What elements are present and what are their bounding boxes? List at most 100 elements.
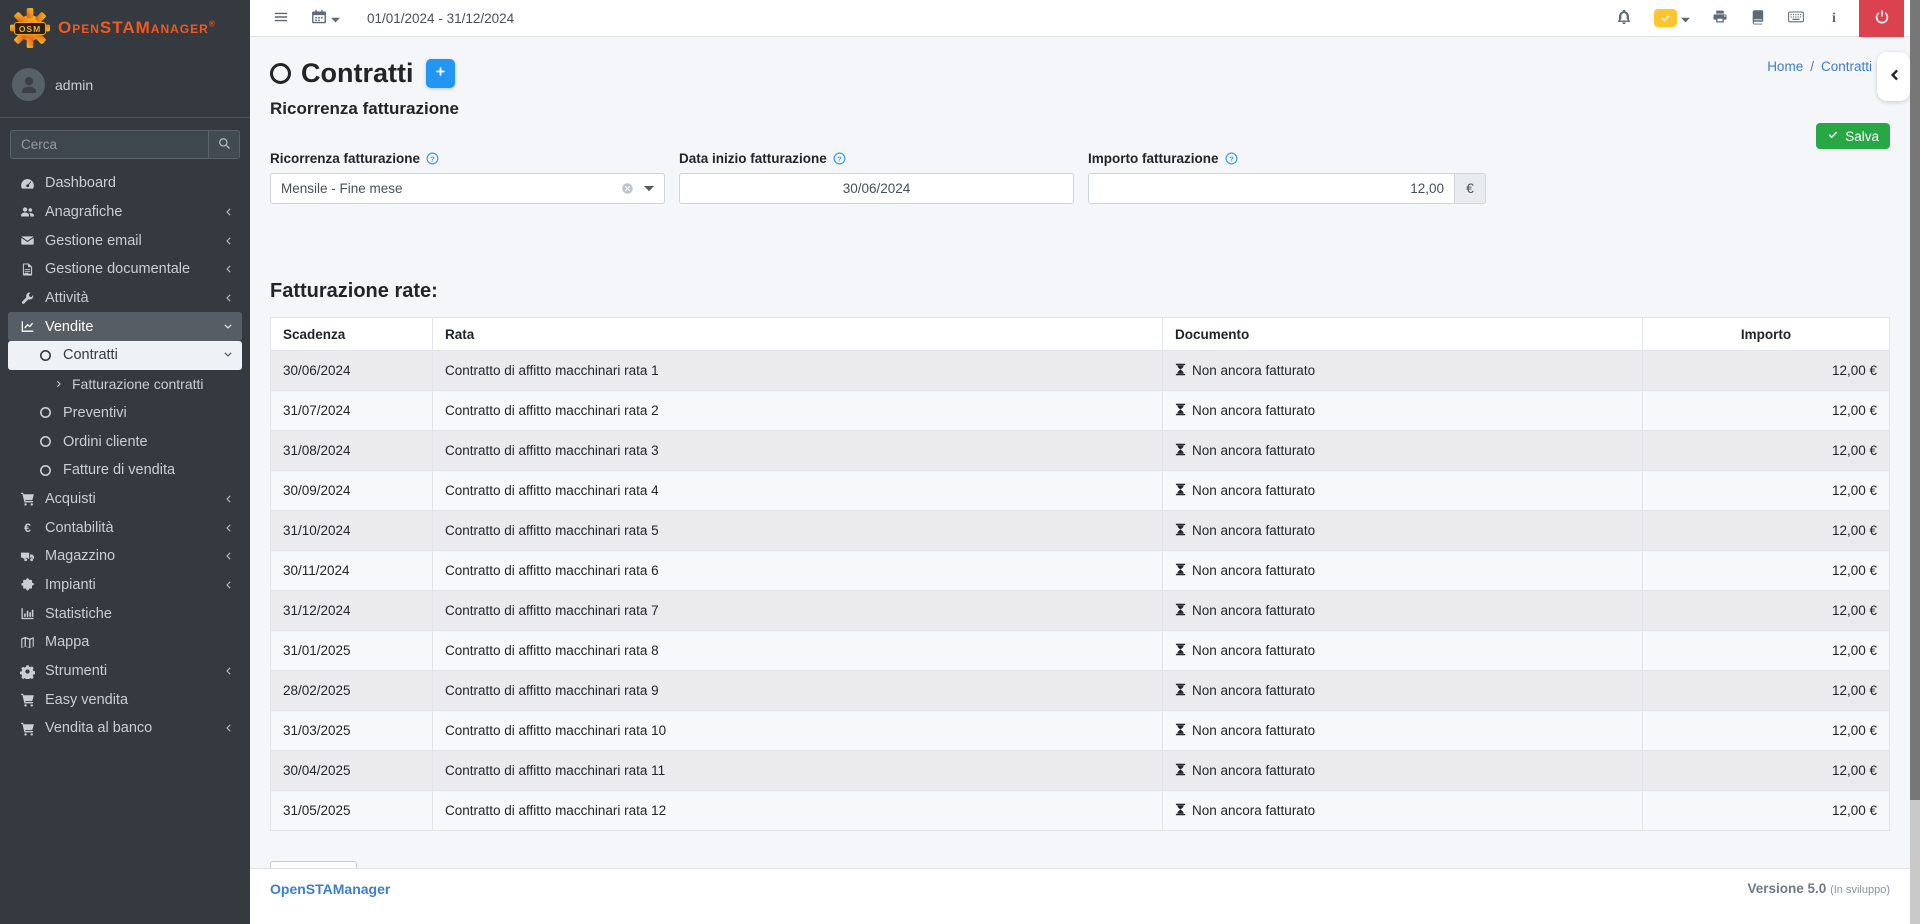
- sidebar-item-anagrafiche[interactable]: Anagrafiche: [8, 198, 242, 227]
- back-button[interactable]: Indietro: [270, 861, 357, 868]
- sidebar-item-acquisti[interactable]: Acquisti: [8, 485, 242, 514]
- cell-scadenza: 31/10/2024: [271, 511, 433, 551]
- hourglass-icon: [1175, 643, 1186, 659]
- sidebar-item-ordini-cliente[interactable]: Ordini cliente: [8, 427, 242, 456]
- logout-button[interactable]: [1859, 0, 1904, 37]
- cell-documento: Non ancora fatturato: [1163, 631, 1643, 671]
- brand-name: OpenSTAManager®: [58, 18, 216, 38]
- chart-bar-icon: [16, 606, 39, 621]
- docs-button[interactable]: [1739, 0, 1777, 36]
- search-input[interactable]: [10, 130, 208, 159]
- importo-input[interactable]: [1088, 173, 1455, 204]
- ricorrenza-select[interactable]: Mensile - Fine mese: [270, 173, 665, 204]
- breadcrumb-current-link[interactable]: Contratti: [1821, 59, 1872, 74]
- sidebar-item-impianti[interactable]: Impianti: [8, 571, 242, 600]
- sidebar-item-vendita-al-banco[interactable]: Vendita al banco: [8, 714, 242, 743]
- sidebar-item-fatture-di-vendita[interactable]: Fatture di vendita: [8, 456, 242, 485]
- cell-scadenza: 30/11/2024: [271, 551, 433, 591]
- sidebar-toggle-button[interactable]: [262, 0, 300, 36]
- chevron-left-icon: [222, 493, 234, 505]
- table-row[interactable]: 31/01/2025Contratto di affitto macchinar…: [271, 631, 1890, 671]
- help-icon[interactable]: ?: [1225, 152, 1238, 165]
- add-record-button[interactable]: [426, 59, 455, 88]
- sidebar-item-attivita[interactable]: Attività: [8, 284, 242, 313]
- brand-gear-icon: OSM: [10, 8, 50, 48]
- sidebar-item-label: Strumenti: [45, 663, 107, 679]
- page-header: Contratti Home/Contratti: [270, 53, 1890, 93]
- cell-importo: 12,00 €: [1643, 511, 1890, 551]
- table-row[interactable]: 31/05/2025Contratto di affitto macchinar…: [271, 791, 1890, 831]
- table-row[interactable]: 31/10/2024Contratto di affitto macchinar…: [271, 511, 1890, 551]
- sidebar-item-fatturazione-contratti[interactable]: Fatturazione contratti: [8, 370, 242, 399]
- importo-label: Importo fatturazione: [1088, 151, 1219, 166]
- sidebar-item-label: Vendita al banco: [45, 720, 152, 736]
- sidebar-item-contabilita[interactable]: €Contabilità: [8, 513, 242, 542]
- print-button[interactable]: [1701, 0, 1739, 36]
- cell-documento: Non ancora fatturato: [1163, 791, 1643, 831]
- breadcrumb-home-link[interactable]: Home: [1767, 59, 1803, 74]
- main-column: 01/01/2024 - 31/12/2024 i: [250, 0, 1910, 924]
- sidebar-item-contratti[interactable]: Contratti: [8, 341, 242, 370]
- hourglass-icon: [1175, 763, 1186, 779]
- table-row[interactable]: 30/04/2025Contratto di affitto macchinar…: [271, 751, 1890, 791]
- collapse-panel-button[interactable]: [1877, 52, 1910, 101]
- documento-status-label: Non ancora fatturato: [1192, 403, 1315, 418]
- sidebar-item-statistiche[interactable]: Statistiche: [8, 599, 242, 628]
- brand[interactable]: OSM OpenSTAManager®: [0, 0, 250, 56]
- sidebar-item-dashboard[interactable]: Dashboard: [8, 169, 242, 198]
- footer-app-link[interactable]: OpenSTAManager: [270, 881, 390, 897]
- sidebar-item-label: Contratti: [63, 347, 118, 363]
- col-documento: Documento: [1163, 318, 1643, 351]
- rate-table-body: 30/06/2024Contratto di affitto macchinar…: [271, 351, 1890, 831]
- help-icon[interactable]: ?: [426, 152, 439, 165]
- cell-documento: Non ancora fatturato: [1163, 431, 1643, 471]
- user-avatar[interactable]: [12, 68, 45, 101]
- help-icon[interactable]: ?: [833, 152, 846, 165]
- clear-selection-icon[interactable]: [621, 182, 634, 195]
- section-title: Ricorrenza fatturazione: [270, 99, 1890, 119]
- documento-status-label: Non ancora fatturato: [1192, 443, 1315, 458]
- sidebar-item-mappa[interactable]: Mappa: [8, 628, 242, 657]
- shortcuts-button[interactable]: [1777, 0, 1815, 36]
- sidebar-item-preventivi[interactable]: Preventivi: [8, 399, 242, 428]
- sidebar-item-gestione-email[interactable]: Gestione email: [8, 226, 242, 255]
- search-button[interactable]: [208, 130, 240, 159]
- chevron-left-icon: [222, 235, 234, 247]
- rate-table-title: Fatturazione rate:: [270, 280, 1890, 303]
- cell-scadenza: 31/08/2024: [271, 431, 433, 471]
- sidebar-item-gestione-documentale[interactable]: Gestione documentale: [8, 255, 242, 284]
- status-dropdown-button[interactable]: [1643, 0, 1701, 36]
- sidebar-item-magazzino[interactable]: Magazzino: [8, 542, 242, 571]
- user-name[interactable]: admin: [55, 77, 93, 93]
- table-row[interactable]: 31/08/2024Contratto di affitto macchinar…: [271, 431, 1890, 471]
- cell-scadenza: 31/12/2024: [271, 591, 433, 631]
- data-inizio-input[interactable]: [679, 173, 1074, 204]
- table-row[interactable]: 31/12/2024Contratto di affitto macchinar…: [271, 591, 1890, 631]
- table-row[interactable]: 30/11/2024Contratto di affitto macchinar…: [271, 551, 1890, 591]
- scrollbar[interactable]: [1910, 0, 1920, 924]
- chevron-left-icon: [222, 579, 234, 591]
- cell-importo: 12,00 €: [1643, 631, 1890, 671]
- table-row[interactable]: 31/07/2024Contratto di affitto macchinar…: [271, 391, 1890, 431]
- sidebar-item-vendite[interactable]: Vendite: [8, 312, 242, 341]
- chevron-left-icon: [222, 292, 234, 304]
- book-icon: [1750, 9, 1766, 28]
- scrollbar-thumb[interactable]: [1910, 0, 1920, 800]
- calendar-dropdown-button[interactable]: [300, 0, 351, 36]
- euro-icon: €: [16, 520, 39, 535]
- sidebar-item-label: Dashboard: [45, 175, 116, 191]
- table-row[interactable]: 30/09/2024Contratto di affitto macchinar…: [271, 471, 1890, 511]
- date-range[interactable]: 01/01/2024 - 31/12/2024: [367, 11, 514, 26]
- info-button[interactable]: i: [1815, 0, 1853, 36]
- documento-status: Non ancora fatturato: [1175, 643, 1630, 659]
- table-row[interactable]: 30/06/2024Contratto di affitto macchinar…: [271, 351, 1890, 391]
- hourglass-icon: [1175, 563, 1186, 579]
- table-row[interactable]: 31/03/2025Contratto di affitto macchinar…: [271, 711, 1890, 751]
- sidebar-item-strumenti[interactable]: Strumenti: [8, 657, 242, 686]
- users-icon: [16, 205, 39, 220]
- notifications-button[interactable]: [1605, 0, 1643, 36]
- circle-icon: [34, 463, 57, 478]
- table-row[interactable]: 28/02/2025Contratto di affitto macchinar…: [271, 671, 1890, 711]
- sidebar-item-easy-vendita[interactable]: Easy vendita: [8, 685, 242, 714]
- save-button[interactable]: Salva: [1816, 123, 1890, 149]
